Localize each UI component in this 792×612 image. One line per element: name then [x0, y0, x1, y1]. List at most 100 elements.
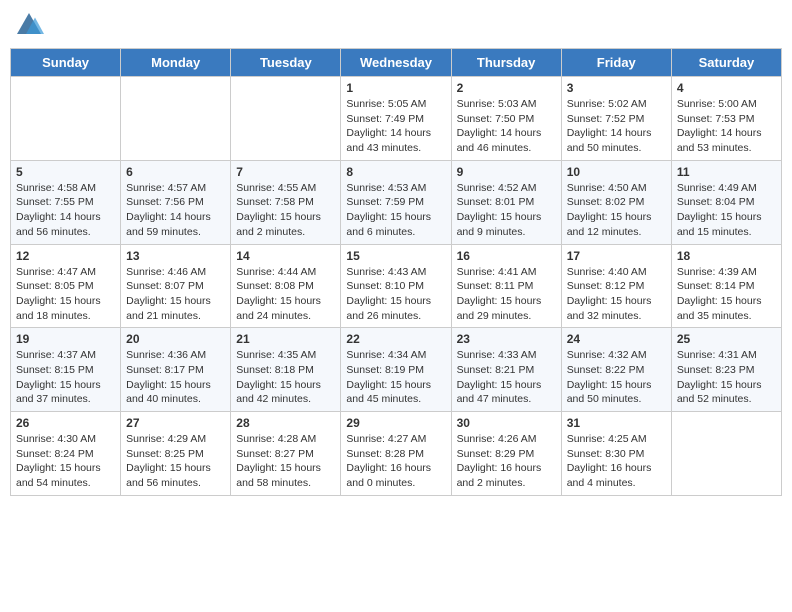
weekday-header-wednesday: Wednesday — [341, 49, 451, 77]
calendar-cell — [121, 77, 231, 161]
day-number: 7 — [236, 165, 335, 179]
day-info: Sunrise: 4:27 AM Sunset: 8:28 PM Dayligh… — [346, 432, 445, 491]
calendar-cell: 17 Sunrise: 4:40 AM Sunset: 8:12 PM Dayli… — [561, 244, 671, 328]
day-number: 2 — [457, 81, 556, 95]
day-info: Sunrise: 4:31 AM Sunset: 8:23 PM Dayligh… — [677, 348, 776, 407]
day-info: Sunrise: 4:28 AM Sunset: 8:27 PM Dayligh… — [236, 432, 335, 491]
calendar-cell: 27 Sunrise: 4:29 AM Sunset: 8:25 PM Dayli… — [121, 412, 231, 496]
day-number: 19 — [16, 332, 115, 346]
calendar-cell: 18 Sunrise: 4:39 AM Sunset: 8:14 PM Dayli… — [671, 244, 781, 328]
day-number: 20 — [126, 332, 225, 346]
day-info: Sunrise: 4:58 AM Sunset: 7:55 PM Dayligh… — [16, 181, 115, 240]
day-number: 30 — [457, 416, 556, 430]
day-number: 14 — [236, 249, 335, 263]
calendar-cell: 31Sunrise: 4:25 AM Sunset: 8:30 PM Dayli… — [561, 412, 671, 496]
calendar-cell: 10 Sunrise: 4:50 AM Sunset: 8:02 PM Dayli… — [561, 160, 671, 244]
day-number: 16 — [457, 249, 556, 263]
day-info: Sunrise: 4:57 AM Sunset: 7:56 PM Dayligh… — [126, 181, 225, 240]
day-info: Sunrise: 4:47 AM Sunset: 8:05 PM Dayligh… — [16, 265, 115, 324]
day-number: 5 — [16, 165, 115, 179]
calendar-cell: 9 Sunrise: 4:52 AM Sunset: 8:01 PM Daylig… — [451, 160, 561, 244]
day-number: 18 — [677, 249, 776, 263]
calendar-cell: 28 Sunrise: 4:28 AM Sunset: 8:27 PM Dayli… — [231, 412, 341, 496]
day-info: Sunrise: 4:33 AM Sunset: 8:21 PM Dayligh… — [457, 348, 556, 407]
calendar-cell: 21 Sunrise: 4:35 AM Sunset: 8:18 PM Dayli… — [231, 328, 341, 412]
calendar-cell: 23 Sunrise: 4:33 AM Sunset: 8:21 PM Dayli… — [451, 328, 561, 412]
calendar-week-row: 26Sunrise: 4:30 AM Sunset: 8:24 PM Dayli… — [11, 412, 782, 496]
weekday-header-friday: Friday — [561, 49, 671, 77]
day-info: Sunrise: 4:46 AM Sunset: 8:07 PM Dayligh… — [126, 265, 225, 324]
day-number: 28 — [236, 416, 335, 430]
calendar-cell: 2 Sunrise: 5:03 AM Sunset: 7:50 PM Daylig… — [451, 77, 561, 161]
calendar-cell: 25 Sunrise: 4:31 AM Sunset: 8:23 PM Dayli… — [671, 328, 781, 412]
calendar-cell: 4 Sunrise: 5:00 AM Sunset: 7:53 PM Daylig… — [671, 77, 781, 161]
calendar-cell: 14Sunrise: 4:44 AM Sunset: 8:08 PM Dayli… — [231, 244, 341, 328]
logo — [14, 10, 48, 40]
calendar-cell — [671, 412, 781, 496]
day-info: Sunrise: 4:35 AM Sunset: 8:18 PM Dayligh… — [236, 348, 335, 407]
day-info: Sunrise: 5:03 AM Sunset: 7:50 PM Dayligh… — [457, 97, 556, 156]
calendar-cell: 1 Sunrise: 5:05 AM Sunset: 7:49 PM Daylig… — [341, 77, 451, 161]
calendar-cell: 19Sunrise: 4:37 AM Sunset: 8:15 PM Dayli… — [11, 328, 121, 412]
calendar-cell: 20 Sunrise: 4:36 AM Sunset: 8:17 PM Dayli… — [121, 328, 231, 412]
calendar-cell: 30 Sunrise: 4:26 AM Sunset: 8:29 PM Dayli… — [451, 412, 561, 496]
calendar-week-row: 12 Sunrise: 4:47 AM Sunset: 8:05 PM Dayli… — [11, 244, 782, 328]
calendar-cell: 5 Sunrise: 4:58 AM Sunset: 7:55 PM Daylig… — [11, 160, 121, 244]
day-info: Sunrise: 4:39 AM Sunset: 8:14 PM Dayligh… — [677, 265, 776, 324]
weekday-header-tuesday: Tuesday — [231, 49, 341, 77]
day-number: 1 — [346, 81, 445, 95]
calendar-cell: 15Sunrise: 4:43 AM Sunset: 8:10 PM Dayli… — [341, 244, 451, 328]
day-info: Sunrise: 4:25 AM Sunset: 8:30 PM Dayligh… — [567, 432, 666, 491]
day-number: 4 — [677, 81, 776, 95]
day-info: Sunrise: 4:41 AM Sunset: 8:11 PM Dayligh… — [457, 265, 556, 324]
weekday-header-thursday: Thursday — [451, 49, 561, 77]
calendar-cell: 24Sunrise: 4:32 AM Sunset: 8:22 PM Dayli… — [561, 328, 671, 412]
day-info: Sunrise: 5:05 AM Sunset: 7:49 PM Dayligh… — [346, 97, 445, 156]
day-number: 8 — [346, 165, 445, 179]
calendar-cell: 13 Sunrise: 4:46 AM Sunset: 8:07 PM Dayli… — [121, 244, 231, 328]
day-info: Sunrise: 4:53 AM Sunset: 7:59 PM Dayligh… — [346, 181, 445, 240]
day-info: Sunrise: 4:40 AM Sunset: 8:12 PM Dayligh… — [567, 265, 666, 324]
day-info: Sunrise: 4:36 AM Sunset: 8:17 PM Dayligh… — [126, 348, 225, 407]
day-number: 27 — [126, 416, 225, 430]
calendar-cell — [231, 77, 341, 161]
day-number: 17 — [567, 249, 666, 263]
day-number: 13 — [126, 249, 225, 263]
day-number: 11 — [677, 165, 776, 179]
day-number: 9 — [457, 165, 556, 179]
calendar-cell: 7 Sunrise: 4:55 AM Sunset: 7:58 PM Daylig… — [231, 160, 341, 244]
calendar-cell: 12 Sunrise: 4:47 AM Sunset: 8:05 PM Dayli… — [11, 244, 121, 328]
day-number: 12 — [16, 249, 115, 263]
day-info: Sunrise: 5:02 AM Sunset: 7:52 PM Dayligh… — [567, 97, 666, 156]
calendar-table: SundayMondayTuesdayWednesdayThursdayFrid… — [10, 48, 782, 496]
day-number: 10 — [567, 165, 666, 179]
day-info: Sunrise: 4:29 AM Sunset: 8:25 PM Dayligh… — [126, 432, 225, 491]
day-number: 6 — [126, 165, 225, 179]
weekday-header-saturday: Saturday — [671, 49, 781, 77]
calendar-cell: 6 Sunrise: 4:57 AM Sunset: 7:56 PM Daylig… — [121, 160, 231, 244]
weekday-header-monday: Monday — [121, 49, 231, 77]
day-number: 24 — [567, 332, 666, 346]
day-number: 25 — [677, 332, 776, 346]
calendar-week-row: 1 Sunrise: 5:05 AM Sunset: 7:49 PM Daylig… — [11, 77, 782, 161]
day-number: 15 — [346, 249, 445, 263]
day-info: Sunrise: 4:50 AM Sunset: 8:02 PM Dayligh… — [567, 181, 666, 240]
day-info: Sunrise: 4:49 AM Sunset: 8:04 PM Dayligh… — [677, 181, 776, 240]
logo-icon — [14, 10, 44, 40]
day-number: 29 — [346, 416, 445, 430]
day-number: 26 — [16, 416, 115, 430]
weekday-header-row: SundayMondayTuesdayWednesdayThursdayFrid… — [11, 49, 782, 77]
day-info: Sunrise: 4:52 AM Sunset: 8:01 PM Dayligh… — [457, 181, 556, 240]
calendar-cell: 29 Sunrise: 4:27 AM Sunset: 8:28 PM Dayli… — [341, 412, 451, 496]
day-info: Sunrise: 4:34 AM Sunset: 8:19 PM Dayligh… — [346, 348, 445, 407]
day-info: Sunrise: 4:26 AM Sunset: 8:29 PM Dayligh… — [457, 432, 556, 491]
calendar-cell: 26Sunrise: 4:30 AM Sunset: 8:24 PM Dayli… — [11, 412, 121, 496]
day-info: Sunrise: 5:00 AM Sunset: 7:53 PM Dayligh… — [677, 97, 776, 156]
calendar-week-row: 19Sunrise: 4:37 AM Sunset: 8:15 PM Dayli… — [11, 328, 782, 412]
calendar-cell: 22Sunrise: 4:34 AM Sunset: 8:19 PM Dayli… — [341, 328, 451, 412]
day-info: Sunrise: 4:55 AM Sunset: 7:58 PM Dayligh… — [236, 181, 335, 240]
page-header — [10, 10, 782, 40]
day-number: 21 — [236, 332, 335, 346]
weekday-header-sunday: Sunday — [11, 49, 121, 77]
day-number: 23 — [457, 332, 556, 346]
